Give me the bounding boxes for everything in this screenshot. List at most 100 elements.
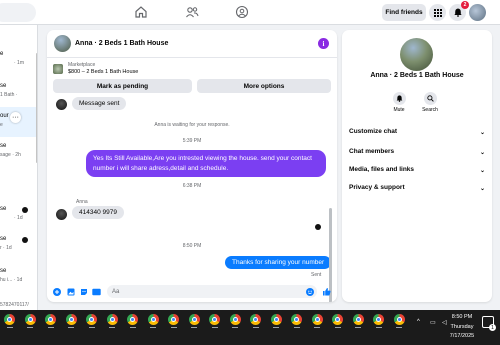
chrome-taskbar-icon[interactable] bbox=[352, 314, 364, 325]
marketplace-listing[interactable]: Marketplace $800 – 2 Beds 1 Bath House bbox=[52, 62, 332, 77]
info-title: Anna · 2 Beds 1 Bath House bbox=[370, 72, 464, 79]
system-notice: Anna is waiting for your response. bbox=[154, 122, 230, 128]
open-window-indicator bbox=[150, 327, 156, 328]
chrome-taskbar-icon[interactable] bbox=[65, 314, 77, 325]
message-bubble-outgoing: Thanks for sharing your number bbox=[225, 256, 332, 269]
chrome-taskbar-icon[interactable] bbox=[24, 314, 36, 325]
like-icon[interactable] bbox=[322, 287, 331, 296]
chat-list-item[interactable]: se 1 Bath · bbox=[0, 77, 37, 107]
image-icon[interactable] bbox=[66, 287, 75, 296]
open-window-indicator bbox=[314, 327, 320, 328]
conversation-panel: Anna · 2 Beds 1 Bath House i Marketplace… bbox=[47, 30, 337, 302]
chrome-taskbar-icon[interactable] bbox=[250, 314, 261, 325]
message-composer: Aa bbox=[47, 285, 337, 302]
open-window-indicator bbox=[334, 327, 341, 328]
clock-day: Thursday bbox=[450, 324, 474, 330]
chrome-taskbar-icon[interactable] bbox=[147, 314, 159, 325]
chevron-down-icon: ⌄ bbox=[479, 168, 485, 174]
chrome-taskbar-icon[interactable] bbox=[45, 314, 56, 325]
search-in-conversation-button[interactable]: Search bbox=[415, 92, 445, 113]
chrome-taskbar-icon[interactable] bbox=[86, 314, 97, 325]
grid-icon bbox=[433, 8, 442, 17]
chrome-taskbar-icon[interactable] bbox=[229, 314, 241, 325]
chat-list-item[interactable]: se hu i... · 1d bbox=[0, 262, 37, 292]
chat-list-item[interactable]: se r · 1d bbox=[0, 230, 37, 260]
open-window-indicator bbox=[396, 327, 402, 328]
chrome-taskbar-icon[interactable] bbox=[270, 314, 282, 325]
home-icon[interactable] bbox=[134, 5, 148, 19]
find-friends-button[interactable]: Find friends bbox=[382, 4, 426, 21]
avatar bbox=[22, 237, 28, 243]
timestamp: 6:38 PM bbox=[182, 183, 202, 189]
info-icon[interactable]: i bbox=[318, 38, 329, 49]
chrome-taskbar-icon[interactable] bbox=[311, 314, 323, 325]
sticker-icon[interactable] bbox=[79, 287, 88, 296]
chrome-taskbar-icon[interactable] bbox=[168, 314, 179, 325]
emoji-icon[interactable] bbox=[305, 287, 314, 296]
open-window-indicator bbox=[6, 327, 13, 328]
open-window-indicator bbox=[88, 327, 95, 328]
chat-members-section[interactable]: Chat members ⌄ bbox=[349, 148, 485, 160]
groups-icon[interactable] bbox=[235, 5, 249, 19]
chevron-down-icon: ⌄ bbox=[479, 186, 485, 192]
message-bubble-outgoing: Yes Its Still Available,Are you intreste… bbox=[86, 150, 326, 177]
chrome-taskbar-icon[interactable] bbox=[291, 314, 302, 325]
friends-icon[interactable] bbox=[185, 5, 199, 19]
open-window-indicator bbox=[273, 327, 279, 328]
gif-icon[interactable] bbox=[92, 287, 101, 296]
clock-date: 7/17/2025 bbox=[449, 333, 475, 339]
open-window-indicator bbox=[252, 327, 259, 328]
clock-time[interactable]: 8:50 PM bbox=[446, 314, 478, 320]
menu-grid-button[interactable] bbox=[429, 4, 446, 21]
chrome-taskbar-icon[interactable] bbox=[4, 314, 15, 325]
conversation-header: Anna · 2 Beds 1 Bath House i bbox=[47, 30, 337, 58]
message-input[interactable]: Aa bbox=[107, 285, 317, 298]
chat-list-item[interactable]: se · 1d bbox=[0, 200, 37, 230]
chat-list-item[interactable]: se sage · 2h bbox=[0, 137, 37, 167]
search-bar[interactable] bbox=[0, 3, 36, 22]
chrome-taskbar-icon[interactable] bbox=[127, 314, 138, 325]
chrome-taskbar-icon[interactable] bbox=[106, 314, 118, 325]
message-bubble-incoming: 414340 9979 bbox=[72, 206, 124, 219]
media-files-links-section[interactable]: Media, files and links ⌄ bbox=[349, 166, 485, 178]
network-icon[interactable]: ▭ bbox=[430, 319, 437, 326]
chevron-up-icon[interactable]: ^ bbox=[417, 319, 424, 326]
chat-list-scrollbar[interactable] bbox=[36, 53, 37, 163]
avatar bbox=[56, 209, 67, 220]
profile-avatar[interactable] bbox=[469, 4, 486, 21]
message-list: Message sent Anna is waiting for your re… bbox=[47, 96, 337, 280]
message-bubble-incoming: Message sent bbox=[72, 97, 127, 110]
top-navbar: Find friends 2 bbox=[0, 0, 500, 25]
plus-icon[interactable] bbox=[52, 287, 61, 296]
chrome-taskbar-icon[interactable] bbox=[209, 314, 220, 325]
customize-chat-section[interactable]: Customize chat ⌄ bbox=[349, 128, 485, 140]
bell-icon bbox=[392, 92, 406, 105]
avatar bbox=[56, 99, 67, 110]
open-window-indicator bbox=[27, 327, 33, 328]
chat-list-item-active[interactable]: our e ··· bbox=[0, 107, 37, 137]
chrome-taskbar-icon[interactable] bbox=[373, 314, 384, 325]
mark-as-pending-button[interactable]: Mark as pending bbox=[53, 79, 192, 93]
timestamp: 8:50 PM bbox=[182, 243, 202, 249]
mute-button[interactable]: Mute bbox=[384, 92, 414, 113]
marketplace-label: Marketplace bbox=[68, 62, 96, 68]
timestamp: 5:39 PM bbox=[182, 138, 202, 144]
open-window-indicator bbox=[109, 327, 115, 328]
listing-thumbnail bbox=[53, 64, 63, 74]
more-options-icon[interactable]: ··· bbox=[10, 112, 21, 123]
notifications-button[interactable]: 2 bbox=[449, 1, 469, 21]
chrome-taskbar-icon[interactable] bbox=[393, 314, 405, 325]
chat-list-item[interactable]: e · 1m bbox=[0, 45, 37, 75]
privacy-support-section[interactable]: Privacy & support ⌄ bbox=[349, 184, 485, 196]
conversation-info-panel: Anna · 2 Beds 1 Bath House Mute Search C… bbox=[342, 30, 492, 302]
open-window-indicator bbox=[129, 327, 136, 328]
more-options-button[interactable]: More options bbox=[197, 79, 331, 93]
notification-center-icon[interactable]: 1 bbox=[482, 316, 496, 331]
listing-title: $800 – 2 Beds 1 Bath House bbox=[68, 69, 139, 75]
listing-avatar[interactable] bbox=[54, 35, 71, 52]
chrome-taskbar-icon[interactable] bbox=[188, 314, 200, 325]
conversation-title[interactable]: Anna · 2 Beds 1 Bath House bbox=[75, 40, 168, 47]
status-url: 5782470117/ bbox=[0, 302, 29, 308]
chrome-taskbar-icon[interactable] bbox=[332, 314, 343, 325]
sender-name: Anna bbox=[76, 199, 88, 205]
